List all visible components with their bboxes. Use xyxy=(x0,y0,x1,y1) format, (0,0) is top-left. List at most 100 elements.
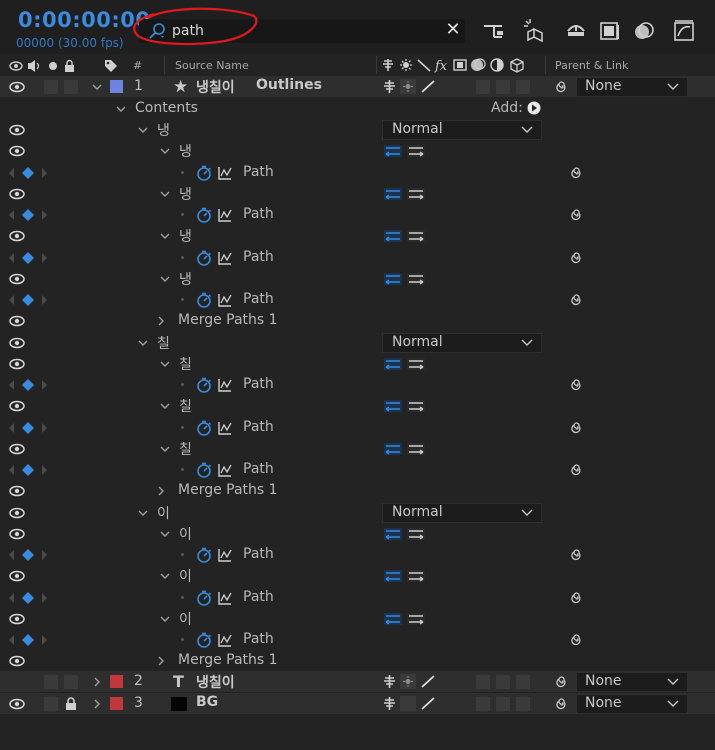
stopwatch-icon[interactable] xyxy=(196,292,212,308)
path-group-name[interactable]: 칠 xyxy=(179,396,192,416)
path-group-twirl-chevron[interactable] xyxy=(160,274,170,284)
layer-switch-box[interactable] xyxy=(476,697,490,711)
layer-switches[interactable] xyxy=(382,674,442,689)
graph-icon[interactable] xyxy=(218,421,232,435)
frame-blending-icon[interactable] xyxy=(596,17,624,45)
vector-group-switches[interactable] xyxy=(383,399,427,413)
lock-switch[interactable] xyxy=(64,675,78,689)
keyframe-navigator[interactable] xyxy=(8,549,48,561)
keyframe-navigator[interactable] xyxy=(8,294,48,306)
shape-group-name[interactable]: 이 xyxy=(157,503,170,523)
path-group-twirl-chevron[interactable] xyxy=(160,359,170,369)
layer-label-color[interactable] xyxy=(110,697,123,710)
group-twirl-chevron[interactable] xyxy=(138,125,148,135)
blend-mode-dropdown[interactable]: Normal xyxy=(382,332,542,353)
visibility-eye-icon[interactable] xyxy=(9,507,25,519)
stopwatch-icon[interactable] xyxy=(196,462,212,478)
visibility-eye-icon[interactable] xyxy=(9,273,25,285)
layer-switch-box[interactable] xyxy=(516,697,530,711)
parent-pick-whip-icon[interactable] xyxy=(555,675,569,689)
pick-whip-spiral-icon[interactable] xyxy=(570,293,584,307)
contents-twirl-chevron[interactable] xyxy=(116,104,126,114)
draft-3d-icon[interactable] xyxy=(520,17,548,45)
shy-layers-icon[interactable] xyxy=(562,17,590,45)
layer-switch-box[interactable] xyxy=(496,80,510,94)
graph-editor-icon[interactable] xyxy=(670,17,698,45)
layer-switches[interactable] xyxy=(382,79,442,94)
blend-mode-dropdown[interactable]: Normal xyxy=(382,502,542,523)
vector-group-switches[interactable] xyxy=(383,272,427,286)
layer-switch-box[interactable] xyxy=(476,80,490,94)
visibility-eye-icon[interactable] xyxy=(9,358,25,370)
path-group-twirl-chevron[interactable] xyxy=(160,401,170,411)
merge-paths-twirl-chevron[interactable] xyxy=(156,486,166,496)
merge-paths-twirl-chevron[interactable] xyxy=(156,316,166,326)
source-name-column-header[interactable]: Source Name xyxy=(175,59,249,72)
graph-icon[interactable] xyxy=(218,591,232,605)
visibility-eye-icon[interactable] xyxy=(9,145,25,157)
merge-paths-twirl-chevron[interactable] xyxy=(156,656,166,666)
path-group-name[interactable]: 냉 xyxy=(179,269,192,289)
path-group-twirl-chevron[interactable] xyxy=(160,529,170,539)
path-group-twirl-chevron[interactable] xyxy=(160,444,170,454)
visibility-eye-icon[interactable] xyxy=(9,188,25,200)
add-play-icon[interactable] xyxy=(527,101,541,115)
visibility-eye-icon[interactable] xyxy=(9,400,25,412)
merge-paths-label[interactable]: Merge Paths 1 xyxy=(178,312,278,328)
graph-icon[interactable] xyxy=(218,378,232,392)
keyframe-navigator[interactable] xyxy=(8,166,48,179)
shape-group-name[interactable]: 칠 xyxy=(157,333,170,353)
path-group-name[interactable]: 냉 xyxy=(179,141,192,161)
keyframe-navigator[interactable] xyxy=(8,421,48,434)
graph-icon[interactable] xyxy=(218,166,232,180)
parent-dropdown[interactable]: None xyxy=(576,77,688,97)
path-group-name[interactable]: 이 xyxy=(179,609,192,629)
visibility-eye-icon[interactable] xyxy=(9,655,25,667)
stopwatch-icon[interactable] xyxy=(196,547,212,563)
path-group-twirl-chevron[interactable] xyxy=(160,614,170,624)
path-group-name[interactable]: 이 xyxy=(179,524,192,544)
stopwatch-icon[interactable] xyxy=(196,590,212,606)
graph-icon[interactable] xyxy=(218,548,232,562)
layer-name[interactable]: BG xyxy=(196,694,218,710)
vector-group-switches[interactable] xyxy=(383,144,427,158)
solo-switch[interactable] xyxy=(44,675,58,689)
stopwatch-icon[interactable] xyxy=(196,207,212,223)
pick-whip-spiral-icon[interactable] xyxy=(570,548,584,562)
layer-label-color[interactable] xyxy=(110,675,123,688)
clear-search-icon[interactable]: ✕ xyxy=(445,20,461,40)
vector-group-switches[interactable] xyxy=(383,187,427,201)
layer-twirl-chevron[interactable] xyxy=(92,82,102,92)
lock-icon[interactable] xyxy=(64,696,78,711)
path-group-name[interactable]: 냉 xyxy=(179,184,192,204)
layer-switch-box[interactable] xyxy=(496,675,510,689)
visibility-eye-icon[interactable] xyxy=(9,613,25,625)
graph-icon[interactable] xyxy=(218,251,232,265)
merge-paths-label[interactable]: Merge Paths 1 xyxy=(178,652,278,668)
layer-name[interactable]: 냉칠이 xyxy=(196,77,235,97)
keyframe-navigator[interactable] xyxy=(8,591,48,604)
layer-switch-box[interactable] xyxy=(476,675,490,689)
merge-paths-label[interactable]: Merge Paths 1 xyxy=(178,482,278,498)
solo-switch[interactable] xyxy=(44,697,58,711)
path-group-twirl-chevron[interactable] xyxy=(160,231,170,241)
layer-switch-box[interactable] xyxy=(516,80,530,94)
parent-link-column-header[interactable]: Parent & Link xyxy=(555,59,628,72)
graph-icon[interactable] xyxy=(218,293,232,307)
path-group-twirl-chevron[interactable] xyxy=(160,189,170,199)
graph-icon[interactable] xyxy=(218,208,232,222)
path-group-name[interactable]: 냉 xyxy=(179,226,192,246)
parent-pick-whip-icon[interactable] xyxy=(555,80,569,94)
path-group-name[interactable]: 이 xyxy=(179,566,192,586)
vector-group-switches[interactable] xyxy=(383,612,427,626)
motion-blur-icon[interactable] xyxy=(630,17,658,45)
layer-switches[interactable] xyxy=(382,696,442,711)
parent-pick-whip-icon[interactable] xyxy=(555,697,569,711)
stopwatch-icon[interactable] xyxy=(196,377,212,393)
keyframe-navigator[interactable] xyxy=(8,209,48,221)
pick-whip-spiral-icon[interactable] xyxy=(570,166,584,180)
shape-group-name[interactable]: 냉 xyxy=(157,120,170,140)
visibility-eye-icon[interactable] xyxy=(9,124,25,136)
add-menu-label[interactable]: Add: xyxy=(491,100,523,116)
stopwatch-icon[interactable] xyxy=(196,165,212,181)
